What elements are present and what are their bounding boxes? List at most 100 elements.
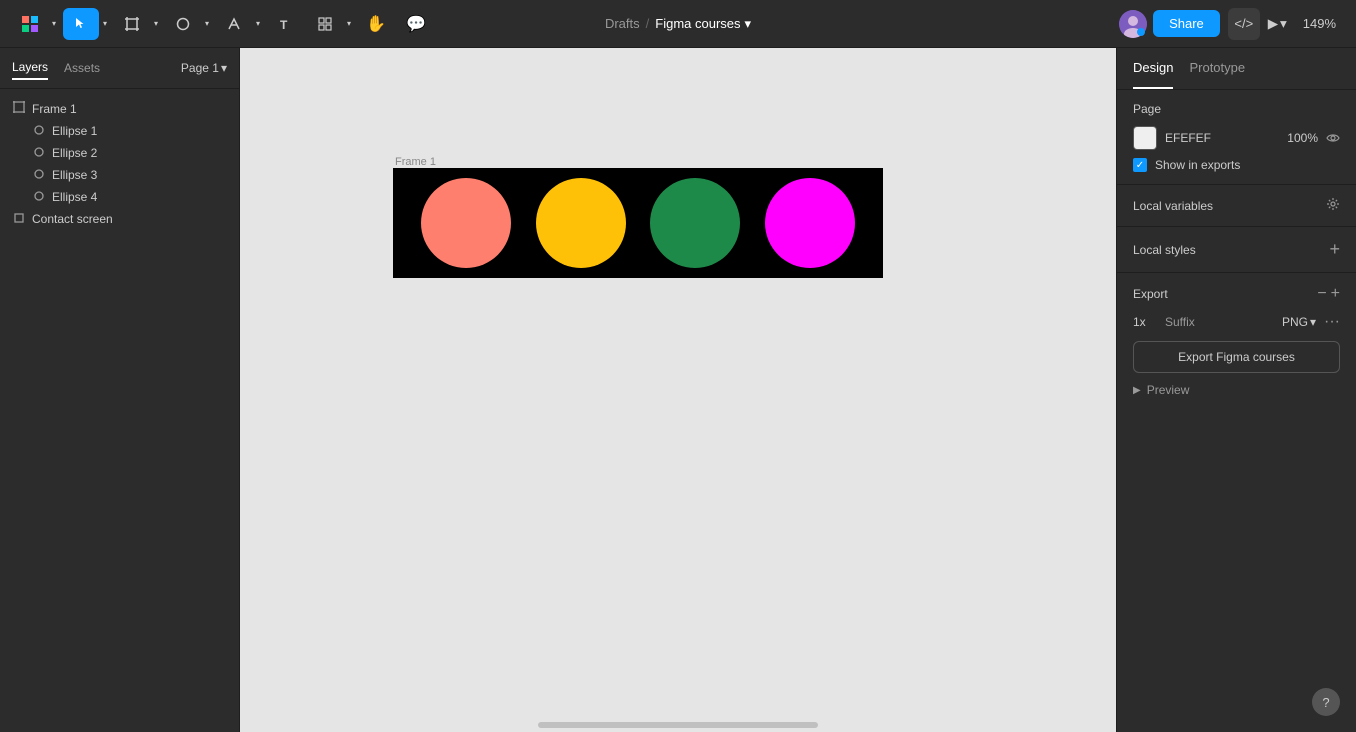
export-format-dropdown[interactable]: PNG ▾ xyxy=(1282,315,1316,329)
export-scale: 1x xyxy=(1133,315,1157,329)
checkmark-icon: ✓ xyxy=(1136,160,1144,171)
page-selector[interactable]: Page 1 ▾ xyxy=(181,61,227,75)
pen-tool-group: ▾ xyxy=(216,8,263,40)
layer-item-ellipse1[interactable]: Ellipse 1 xyxy=(0,120,239,142)
show-exports-checkbox[interactable]: ✓ xyxy=(1133,158,1147,172)
frame-tool-group: ▾ xyxy=(114,8,161,40)
toolbar-right: Share </> ▶ ▾ 149% xyxy=(1119,8,1344,40)
pen-tool-arrow[interactable]: ▾ xyxy=(253,8,263,40)
export-controls: − + xyxy=(1317,285,1340,303)
tab-assets[interactable]: Assets xyxy=(64,57,100,79)
zoom-indicator[interactable]: 149% xyxy=(1295,12,1344,35)
layer-item-ellipse4[interactable]: Ellipse 4 xyxy=(0,186,239,208)
export-row: 1x Suffix PNG ▾ ··· xyxy=(1133,313,1340,331)
local-styles-title: Local styles xyxy=(1133,243,1196,257)
text-tool-button[interactable]: T xyxy=(267,8,303,40)
components-tool-arrow[interactable]: ▾ xyxy=(344,8,354,40)
layer-label-ellipse3: Ellipse 3 xyxy=(52,168,97,182)
main-menu-button[interactable] xyxy=(12,8,48,40)
toolbar-left: ▾ ▾ ▾ xyxy=(12,8,1115,40)
main-menu-group: ▾ xyxy=(12,8,59,40)
layer-item-ellipse2[interactable]: Ellipse 2 xyxy=(0,142,239,164)
layer-label-ellipse4: Ellipse 4 xyxy=(52,190,97,204)
variables-settings-icon[interactable] xyxy=(1326,197,1340,214)
ellipse-icon-1 xyxy=(32,125,46,138)
export-format-label: PNG xyxy=(1282,315,1308,329)
layers-content: Frame 1 Ellipse 1 Ellipse 2 xyxy=(0,89,239,732)
panel-tabs: Layers Assets Page 1 ▾ xyxy=(0,48,239,89)
frame-icon-contact xyxy=(12,213,26,226)
local-styles-row: Local styles + xyxy=(1133,239,1340,260)
pen-tool-button[interactable] xyxy=(216,8,252,40)
move-tool-arrow[interactable]: ▾ xyxy=(100,8,110,40)
circle-2 xyxy=(536,178,626,268)
components-tool-button[interactable] xyxy=(307,8,343,40)
ellipse-icon-3 xyxy=(32,169,46,182)
frame-tool-button[interactable] xyxy=(114,8,150,40)
move-tool-button[interactable] xyxy=(63,8,99,40)
play-button[interactable]: ▶ ▾ xyxy=(1268,16,1287,32)
page-color-hex: EFEFEF xyxy=(1165,131,1270,145)
code-view-button[interactable]: </> xyxy=(1228,8,1260,40)
tab-layers[interactable]: Layers xyxy=(12,56,48,80)
main-menu-arrow[interactable]: ▾ xyxy=(49,8,59,40)
ellipse-icon-4 xyxy=(32,191,46,204)
frame-container[interactable] xyxy=(393,168,883,278)
page-color-swatch[interactable] xyxy=(1133,126,1157,150)
export-minus-button[interactable]: − xyxy=(1317,285,1326,303)
layer-label-frame1: Frame 1 xyxy=(32,102,77,116)
shape-tool-button[interactable] xyxy=(165,8,201,40)
export-header: Export − + xyxy=(1133,285,1340,303)
export-section: Export − + 1x Suffix PNG ▾ ··· Export Fi… xyxy=(1117,273,1356,409)
page-dropdown-icon: ▾ xyxy=(221,61,227,75)
breadcrumb-drafts[interactable]: Drafts xyxy=(605,16,640,31)
show-exports-label: Show in exports xyxy=(1155,158,1240,172)
svg-text:T: T xyxy=(280,18,288,31)
page-color-row: EFEFEF 100% xyxy=(1133,126,1340,150)
share-button[interactable]: Share xyxy=(1153,10,1220,37)
circle-4 xyxy=(765,178,855,268)
tab-prototype[interactable]: Prototype xyxy=(1189,48,1245,89)
frame-label: Frame 1 xyxy=(395,156,436,168)
layer-item-contact[interactable]: Contact screen xyxy=(0,208,239,230)
export-title: Export xyxy=(1133,287,1168,301)
frame-tool-arrow[interactable]: ▾ xyxy=(151,8,161,40)
move-tool-group: ▾ xyxy=(63,8,110,40)
right-panel: Design Prototype Page EFEFEF 100% xyxy=(1116,48,1356,732)
breadcrumb-separator: / xyxy=(646,16,650,31)
page-section-title: Page xyxy=(1133,102,1161,116)
circle-3 xyxy=(650,178,740,268)
hand-tool-button[interactable]: ✋ xyxy=(358,8,394,40)
shape-tool-group: ▾ xyxy=(165,8,212,40)
export-suffix[interactable]: Suffix xyxy=(1165,315,1274,329)
main-layout: Layers Assets Page 1 ▾ Frame 1 xyxy=(0,48,1356,732)
local-styles-add-icon[interactable]: + xyxy=(1329,239,1340,260)
toolbar: ▾ ▾ ▾ xyxy=(0,0,1356,48)
export-plus-button[interactable]: + xyxy=(1331,285,1340,303)
shape-tool-arrow[interactable]: ▾ xyxy=(202,8,212,40)
canvas: Frame 1 xyxy=(240,48,1116,732)
breadcrumb-project[interactable]: Figma courses ▾ xyxy=(655,16,751,32)
preview-row[interactable]: ▶ Preview xyxy=(1133,383,1340,397)
comment-tool-button[interactable]: 💬 xyxy=(398,8,434,40)
breadcrumb-dropdown-icon: ▾ xyxy=(745,16,752,32)
canvas-scrollbar-horizontal[interactable] xyxy=(538,722,818,728)
left-panel: Layers Assets Page 1 ▾ Frame 1 xyxy=(0,48,240,732)
tab-design[interactable]: Design xyxy=(1133,48,1173,89)
local-styles-section: Local styles + xyxy=(1117,227,1356,273)
export-button[interactable]: Export Figma courses xyxy=(1133,341,1340,373)
eye-icon[interactable] xyxy=(1326,130,1340,146)
layer-item-frame1[interactable]: Frame 1 xyxy=(0,97,239,120)
play-dropdown-icon: ▾ xyxy=(1280,16,1287,32)
breadcrumb-project-label: Figma courses xyxy=(655,16,740,31)
preview-label: Preview xyxy=(1147,383,1190,397)
preview-arrow-icon: ▶ xyxy=(1133,385,1141,396)
layer-item-ellipse3[interactable]: Ellipse 3 xyxy=(0,164,239,186)
export-format-arrow: ▾ xyxy=(1310,315,1316,329)
ellipse-icon-2 xyxy=(32,147,46,160)
export-more-button[interactable]: ··· xyxy=(1324,313,1340,331)
circle-1 xyxy=(421,178,511,268)
help-button[interactable]: ? xyxy=(1312,688,1340,716)
right-tabs: Design Prototype xyxy=(1117,48,1356,90)
components-tool-group: ▾ xyxy=(307,8,354,40)
